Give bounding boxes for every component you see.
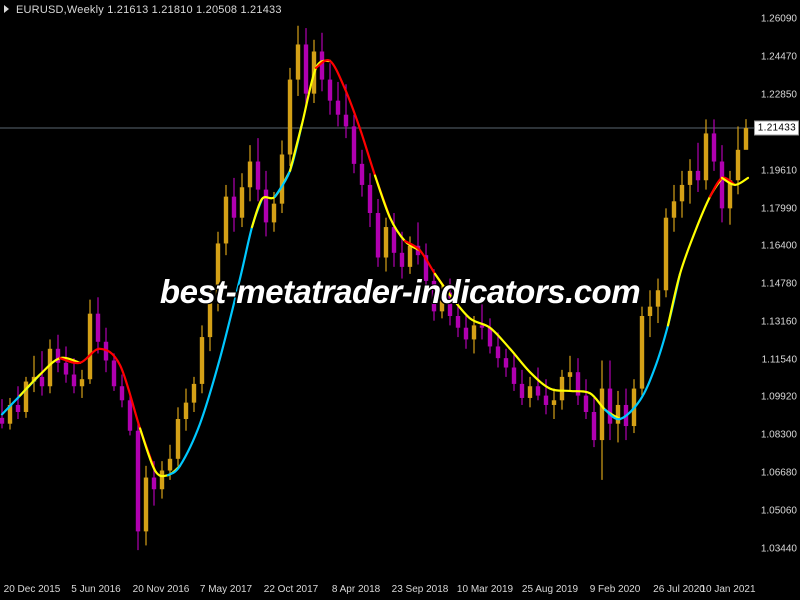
time-tick-label: 5 Jun 2016 [71,584,121,595]
price-tick-label: 1.09920 [760,391,797,403]
time-tick-label: 22 Oct 2017 [263,584,319,595]
price-tick-label: 1.19610 [760,165,797,177]
price-tick-label: 1.06680 [760,467,797,479]
time-tick-label: 23 Sep 2018 [391,584,449,595]
price-tick-label: 1.26090 [760,13,797,25]
price-tick-label: 1.16400 [760,240,797,252]
time-tick-label: 7 May 2017 [199,584,253,595]
price-tick-label: 1.22850 [760,89,797,101]
price-tick-label: 1.05060 [760,505,797,517]
price-tick-label: 1.03440 [760,543,797,555]
symbol-period-quote-label: EURUSD,Weekly 1.21613 1.21810 1.20508 1.… [16,4,282,16]
chart-canvas [0,25,755,551]
price-axis[interactable]: 1.260901.244701.228501.212301.196101.179… [754,0,800,570]
time-tick-label: 26 Jul 2020 [653,584,705,595]
time-tick-label: 20 Nov 2016 [132,584,190,595]
time-tick-label: 8 Apr 2018 [331,584,381,595]
time-tick-label: 9 Feb 2020 [589,584,641,595]
time-tick-label: 10 Mar 2019 [456,584,514,595]
triangle-right-icon[interactable] [4,5,9,13]
price-tick-label: 1.14780 [760,278,797,290]
price-tick-label: 1.17990 [760,203,797,215]
metatrader-chart-window: EURUSD,Weekly 1.21613 1.21810 1.20508 1.… [0,0,800,600]
time-tick-label: 25 Aug 2019 [521,584,579,595]
price-tick-label: 1.13160 [760,316,797,328]
price-tick-label: 1.24470 [760,51,797,63]
price-tick-label: 1.11540 [761,354,797,366]
time-tick-label: 10 Jan 2021 [700,584,756,595]
time-axis[interactable]: 20 Dec 2015 5 Jun 2016 20 Nov 2016 7 May 20… [0,570,800,600]
price-tick-label: 1.08300 [760,429,797,441]
current-price-tag: 1.21433 [753,120,799,136]
time-tick-label: 20 Dec 2015 [3,584,61,595]
chart-plot-area[interactable] [0,0,755,570]
